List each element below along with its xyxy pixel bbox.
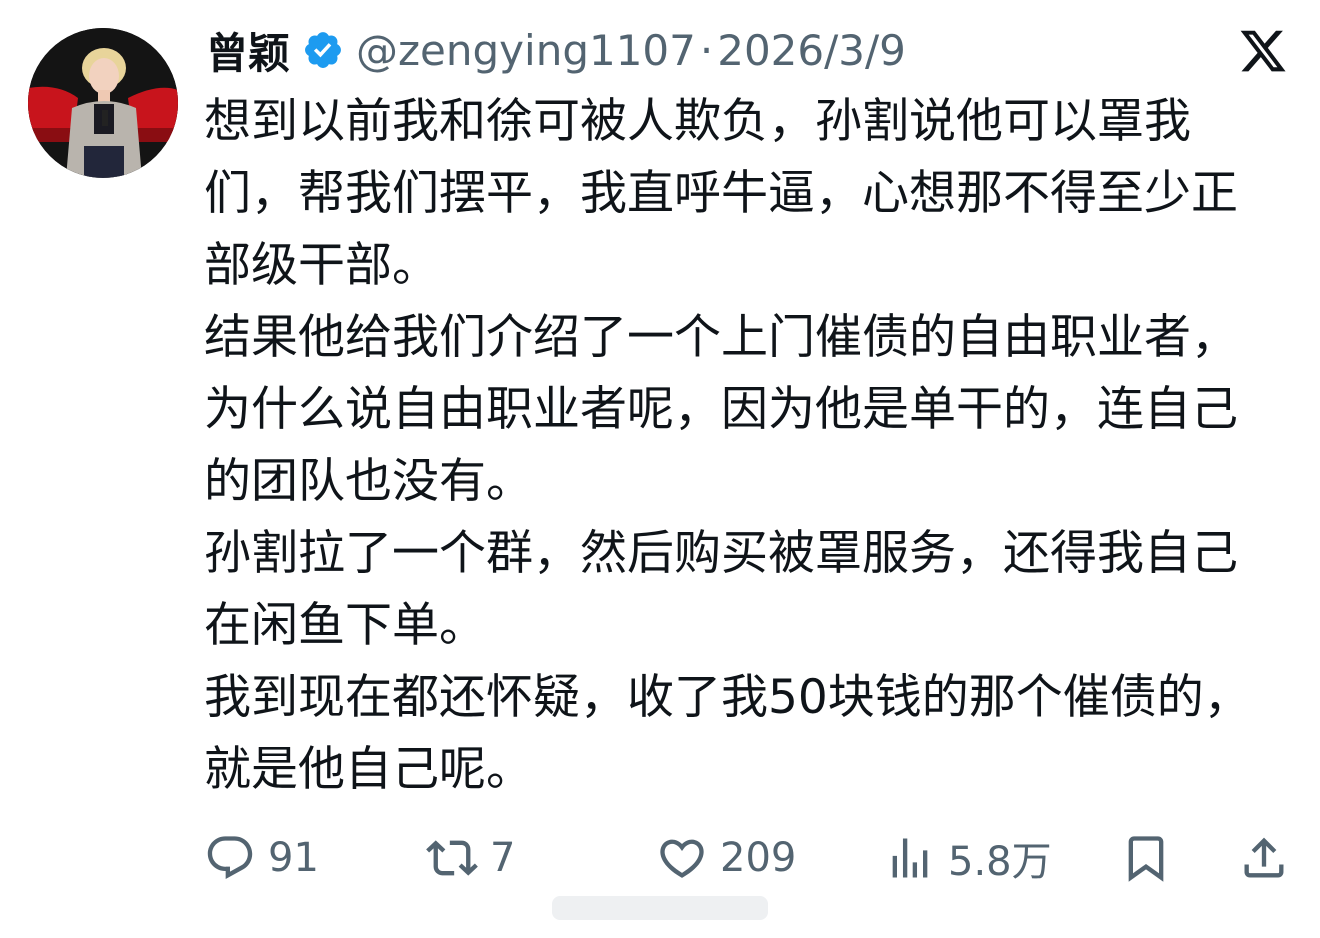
retweet-icon <box>426 840 478 876</box>
bookmark-button[interactable] <box>1120 826 1172 890</box>
reply-count: 91 <box>268 835 319 881</box>
avatar-image <box>28 28 178 178</box>
heart-icon <box>660 839 704 878</box>
tweet-text: 想到以前我和徐可被人欺负，孙割说他可以罩我们，帮我们摆平，我直呼牛逼，心想那不得… <box>204 86 1284 806</box>
reply-icon <box>207 836 253 880</box>
retweet-button[interactable]: 7 <box>426 826 515 890</box>
bookmark-icon <box>1128 836 1164 882</box>
views-button[interactable]: 5.8万 <box>884 826 1052 890</box>
views-count: 5.8万 <box>948 839 1052 885</box>
avatar[interactable] <box>28 28 178 178</box>
action-bar: 91 7 209 5.8万 <box>204 826 1294 890</box>
share-button[interactable] <box>1238 826 1290 890</box>
views-chart-icon <box>892 838 928 878</box>
watermark-blur <box>552 896 768 920</box>
share-icon <box>1244 837 1284 878</box>
tweet-paragraph: 孙割拉了一个群，然后购买被罩服务，还得我自己在闲鱼下单。 <box>204 526 1238 653</box>
x-logo-icon <box>1238 26 1288 76</box>
separator-dot: · <box>699 25 714 75</box>
post-date[interactable]: 2026/3/9 <box>717 26 906 75</box>
reply-button[interactable]: 91 <box>204 826 319 890</box>
like-count: 209 <box>720 835 797 881</box>
verified-badge-icon <box>302 29 344 71</box>
tweet-header: 曾颖 @zengying1107 · 2026/3/9 <box>206 22 906 78</box>
user-handle[interactable]: @zengying1107 <box>356 26 696 75</box>
display-name[interactable]: 曾颖 <box>206 20 290 81</box>
like-button[interactable]: 209 <box>656 826 796 890</box>
tweet-paragraph: 想到以前我和徐可被人欺负，孙割说他可以罩我们，帮我们摆平，我直呼牛逼，心想那不得… <box>204 94 1238 293</box>
tweet-paragraph: 结果他给我们介绍了一个上门催债的自由职业者，为什么说自由职业者呢，因为他是单干的… <box>204 310 1238 509</box>
retweet-count: 7 <box>490 835 516 881</box>
tweet-paragraph: 我到现在都还怀疑，收了我50块钱的那个催债的，就是他自己呢。 <box>204 670 1251 797</box>
